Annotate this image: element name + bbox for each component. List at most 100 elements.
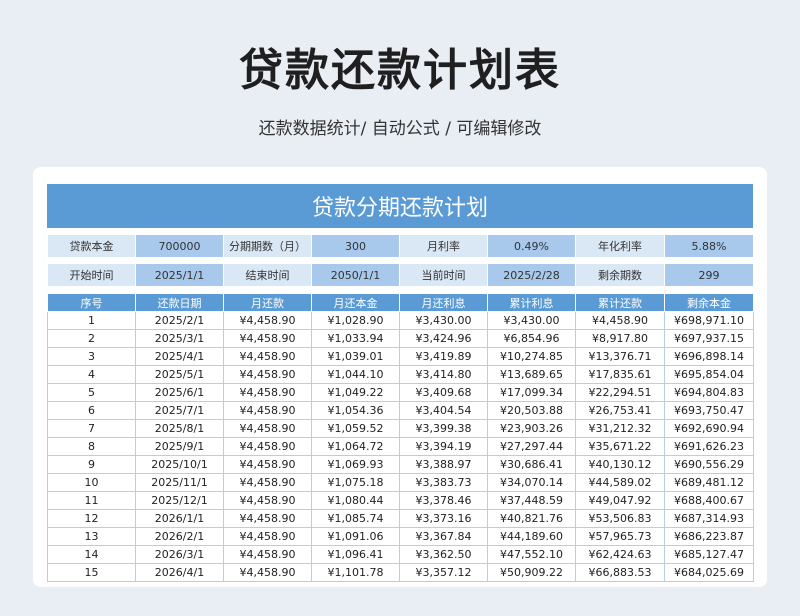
cumulative-interest-cell[interactable]: ¥47,552.10: [487, 545, 576, 564]
monthly-payment-cell[interactable]: ¥4,458.90: [223, 473, 312, 492]
monthly-principal-cell[interactable]: ¥1,096.41: [311, 545, 400, 564]
cumulative-payment-cell[interactable]: ¥62,424.63: [575, 545, 665, 564]
monthly-payment-cell[interactable]: ¥4,458.90: [223, 347, 312, 366]
row-index-cell[interactable]: 5: [47, 383, 136, 402]
repay-date-cell[interactable]: 2026/2/1: [135, 527, 224, 546]
monthly-interest-cell[interactable]: ¥3,424.96: [399, 329, 488, 348]
monthly-payment-cell[interactable]: ¥4,458.90: [223, 545, 312, 564]
row-index-cell[interactable]: 6: [47, 401, 136, 420]
row-index-cell[interactable]: 2: [47, 329, 136, 348]
monthly-interest-cell[interactable]: ¥3,357.12: [399, 563, 488, 582]
remaining-principal-cell[interactable]: ¥697,937.15: [664, 329, 754, 348]
info-value[interactable]: 2050/1/1: [311, 263, 400, 287]
repay-date-cell[interactable]: 2025/4/1: [135, 347, 224, 366]
cumulative-payment-cell[interactable]: ¥31,212.32: [575, 419, 665, 438]
remaining-principal-cell[interactable]: ¥693,750.47: [664, 401, 754, 420]
monthly-payment-cell[interactable]: ¥4,458.90: [223, 455, 312, 474]
monthly-interest-cell[interactable]: ¥3,367.84: [399, 527, 488, 546]
monthly-principal-cell[interactable]: ¥1,101.78: [311, 563, 400, 582]
cumulative-interest-cell[interactable]: ¥50,909.22: [487, 563, 576, 582]
cumulative-interest-cell[interactable]: ¥30,686.41: [487, 455, 576, 474]
remaining-principal-cell[interactable]: ¥695,854.04: [664, 365, 754, 384]
remaining-principal-cell[interactable]: ¥688,400.67: [664, 491, 754, 510]
monthly-interest-cell[interactable]: ¥3,430.00: [399, 311, 488, 330]
monthly-principal-cell[interactable]: ¥1,085.74: [311, 509, 400, 528]
remaining-principal-cell[interactable]: ¥687,314.93: [664, 509, 754, 528]
monthly-principal-cell[interactable]: ¥1,033.94: [311, 329, 400, 348]
repay-date-cell[interactable]: 2026/1/1: [135, 509, 224, 528]
repay-date-cell[interactable]: 2025/3/1: [135, 329, 224, 348]
info-value[interactable]: 5.88%: [664, 234, 754, 258]
cumulative-payment-cell[interactable]: ¥22,294.51: [575, 383, 665, 402]
cumulative-payment-cell[interactable]: ¥35,671.22: [575, 437, 665, 456]
repay-date-cell[interactable]: 2025/9/1: [135, 437, 224, 456]
repay-date-cell[interactable]: 2025/11/1: [135, 473, 224, 492]
info-value[interactable]: 2025/2/28: [487, 263, 576, 287]
remaining-principal-cell[interactable]: ¥686,223.87: [664, 527, 754, 546]
monthly-principal-cell[interactable]: ¥1,091.06: [311, 527, 400, 546]
row-index-cell[interactable]: 10: [47, 473, 136, 492]
repay-date-cell[interactable]: 2026/3/1: [135, 545, 224, 564]
monthly-interest-cell[interactable]: ¥3,362.50: [399, 545, 488, 564]
monthly-principal-cell[interactable]: ¥1,069.93: [311, 455, 400, 474]
repay-date-cell[interactable]: 2025/2/1: [135, 311, 224, 330]
monthly-principal-cell[interactable]: ¥1,054.36: [311, 401, 400, 420]
row-index-cell[interactable]: 9: [47, 455, 136, 474]
cumulative-interest-cell[interactable]: ¥23,903.26: [487, 419, 576, 438]
cumulative-interest-cell[interactable]: ¥13,689.65: [487, 365, 576, 384]
row-index-cell[interactable]: 13: [47, 527, 136, 546]
row-index-cell[interactable]: 12: [47, 509, 136, 528]
cumulative-payment-cell[interactable]: ¥57,965.73: [575, 527, 665, 546]
monthly-principal-cell[interactable]: ¥1,080.44: [311, 491, 400, 510]
cumulative-interest-cell[interactable]: ¥6,854.96: [487, 329, 576, 348]
row-index-cell[interactable]: 15: [47, 563, 136, 582]
cumulative-interest-cell[interactable]: ¥40,821.76: [487, 509, 576, 528]
cumulative-payment-cell[interactable]: ¥8,917.80: [575, 329, 665, 348]
cumulative-interest-cell[interactable]: ¥37,448.59: [487, 491, 576, 510]
cumulative-payment-cell[interactable]: ¥4,458.90: [575, 311, 665, 330]
remaining-principal-cell[interactable]: ¥689,481.12: [664, 473, 754, 492]
cumulative-payment-cell[interactable]: ¥44,589.02: [575, 473, 665, 492]
cumulative-interest-cell[interactable]: ¥17,099.34: [487, 383, 576, 402]
row-index-cell[interactable]: 8: [47, 437, 136, 456]
monthly-principal-cell[interactable]: ¥1,049.22: [311, 383, 400, 402]
monthly-interest-cell[interactable]: ¥3,394.19: [399, 437, 488, 456]
row-index-cell[interactable]: 14: [47, 545, 136, 564]
remaining-principal-cell[interactable]: ¥684,025.69: [664, 563, 754, 582]
cumulative-payment-cell[interactable]: ¥66,883.53: [575, 563, 665, 582]
cumulative-payment-cell[interactable]: ¥49,047.92: [575, 491, 665, 510]
monthly-principal-cell[interactable]: ¥1,039.01: [311, 347, 400, 366]
cumulative-interest-cell[interactable]: ¥10,274.85: [487, 347, 576, 366]
cumulative-interest-cell[interactable]: ¥27,297.44: [487, 437, 576, 456]
row-index-cell[interactable]: 7: [47, 419, 136, 438]
cumulative-payment-cell[interactable]: ¥40,130.12: [575, 455, 665, 474]
remaining-principal-cell[interactable]: ¥690,556.29: [664, 455, 754, 474]
monthly-payment-cell[interactable]: ¥4,458.90: [223, 311, 312, 330]
monthly-payment-cell[interactable]: ¥4,458.90: [223, 365, 312, 384]
row-index-cell[interactable]: 4: [47, 365, 136, 384]
remaining-principal-cell[interactable]: ¥692,690.94: [664, 419, 754, 438]
monthly-payment-cell[interactable]: ¥4,458.90: [223, 527, 312, 546]
monthly-principal-cell[interactable]: ¥1,028.90: [311, 311, 400, 330]
remaining-principal-cell[interactable]: ¥696,898.14: [664, 347, 754, 366]
cumulative-interest-cell[interactable]: ¥34,070.14: [487, 473, 576, 492]
repay-date-cell[interactable]: 2025/10/1: [135, 455, 224, 474]
remaining-principal-cell[interactable]: ¥694,804.83: [664, 383, 754, 402]
monthly-principal-cell[interactable]: ¥1,059.52: [311, 419, 400, 438]
repay-date-cell[interactable]: 2025/8/1: [135, 419, 224, 438]
monthly-interest-cell[interactable]: ¥3,409.68: [399, 383, 488, 402]
cumulative-payment-cell[interactable]: ¥17,835.61: [575, 365, 665, 384]
repay-date-cell[interactable]: 2025/5/1: [135, 365, 224, 384]
monthly-interest-cell[interactable]: ¥3,383.73: [399, 473, 488, 492]
monthly-payment-cell[interactable]: ¥4,458.90: [223, 383, 312, 402]
info-value[interactable]: 2025/1/1: [135, 263, 224, 287]
monthly-interest-cell[interactable]: ¥3,404.54: [399, 401, 488, 420]
info-value[interactable]: 300: [311, 234, 400, 258]
info-value[interactable]: 0.49%: [487, 234, 576, 258]
monthly-interest-cell[interactable]: ¥3,388.97: [399, 455, 488, 474]
monthly-payment-cell[interactable]: ¥4,458.90: [223, 491, 312, 510]
repay-date-cell[interactable]: 2026/4/1: [135, 563, 224, 582]
monthly-payment-cell[interactable]: ¥4,458.90: [223, 509, 312, 528]
cumulative-interest-cell[interactable]: ¥3,430.00: [487, 311, 576, 330]
repay-date-cell[interactable]: 2025/7/1: [135, 401, 224, 420]
